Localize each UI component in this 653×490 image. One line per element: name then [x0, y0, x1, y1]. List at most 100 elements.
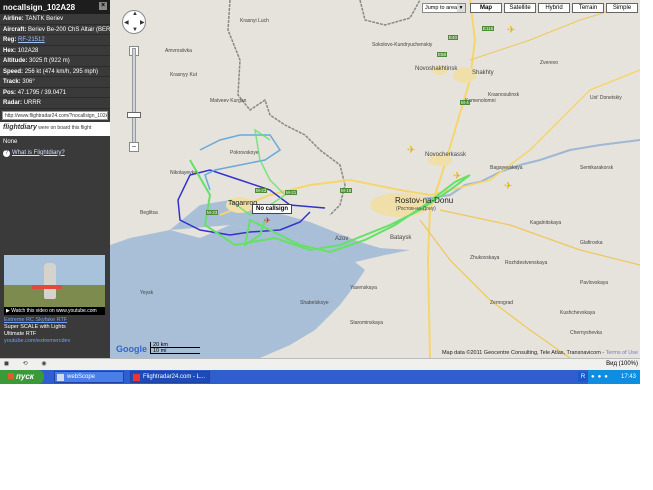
road-shield: M-21: [285, 190, 298, 195]
video-person: [44, 263, 56, 299]
callsign-tag[interactable]: No callsign: [252, 204, 293, 214]
place-label: Krasnyy Kut: [170, 72, 197, 78]
city-label-azov: Azov: [335, 236, 349, 242]
video-caption-text: Watch this video on www.youtube.com: [11, 308, 97, 314]
what-is-flightdiary-label: What is Flightdiary?: [12, 149, 65, 156]
flight-info-panel: nocallsign_102A28 × Airline: TANTK Berie…: [0, 0, 110, 358]
flight-detail-value: 47.1795 / 39.0471: [17, 89, 67, 96]
place-label: Starominskaya: [350, 320, 384, 326]
google-logo[interactable]: Google: [116, 344, 147, 354]
copyright-text: Map data ©2011 Geocentre Consulting, Tel…: [441, 350, 605, 356]
place-label: Pavlovskaya: [580, 280, 609, 286]
place-label: Matveev Kurgan: [210, 98, 247, 104]
jump-to-area-select[interactable]: Jump to area ▼: [422, 3, 466, 13]
map-type-simple-button[interactable]: Simple: [606, 3, 638, 13]
zoom-level[interactable]: Вид (100%): [606, 359, 638, 370]
road-shield: E40: [448, 35, 459, 40]
road-shield: M-23: [206, 210, 219, 215]
flight-detail-value: TANTK Beriev: [25, 16, 64, 22]
map-canvas[interactable]: Rostov-na-Donu (Ростов-на-Дону) Taganrog…: [110, 0, 640, 358]
what-is-flightdiary-link[interactable]: ? What is Flightdiary?: [0, 148, 110, 159]
flight-detail-value: Beriev Be-200 ChS Altair (BER2): [28, 26, 110, 33]
flight-detail-value: 256 kt (474 km/h, 295 mph): [24, 68, 99, 75]
city-label-novoshakhtinsk: Novoshakhtinsk: [415, 66, 458, 72]
pan-down-icon[interactable]: ▼: [132, 27, 138, 33]
flight-detail-key: Aircraft:: [3, 26, 27, 33]
ad-text: Extreme RC Skyfake RTF Super SCALE with …: [4, 317, 105, 345]
flight-detail-key: Altitude:: [3, 58, 28, 64]
ad-url[interactable]: youtube.com/extremercdev: [4, 338, 105, 345]
highway-m4: [426, 0, 477, 358]
flight-detail-value: 3025 ft (922 m): [29, 58, 70, 64]
road-north-east: [469, 4, 631, 61]
place-label: Semikarakorsk: [580, 165, 614, 171]
browser-status-bar: ◼ ⟲ ◉ Вид (100%): [0, 358, 640, 370]
selected-aircraft-icon[interactable]: ✈: [264, 217, 272, 225]
northern-border: [359, 0, 421, 26]
windows-flag-icon: [8, 373, 14, 379]
flight-title: nocallsign_102A28 ×: [0, 0, 110, 14]
video-caption[interactable]: ▶ Watch this video on www.youtube.com: [4, 307, 105, 315]
flight-detail-row: Hex: 102A28: [0, 46, 110, 56]
tray-icons[interactable]: ●●●: [591, 370, 611, 384]
start-label: пуск: [16, 372, 34, 381]
road-shield: M-23: [255, 188, 268, 193]
pan-up-icon[interactable]: ▲: [132, 11, 138, 17]
other-aircraft-icon[interactable]: ✈: [407, 146, 417, 156]
flight-detail-value[interactable]: RF-21512: [18, 37, 45, 43]
zoom-slider[interactable]: [132, 48, 136, 144]
flight-detail-key: Speed:: [3, 68, 24, 75]
taskbar-item-flightradar[interactable]: Flightradar24.com - L...: [130, 371, 210, 383]
city-label-rostov-ru: (Ростов-на-Дону): [396, 206, 436, 212]
pan-left-icon[interactable]: ◀: [124, 19, 129, 26]
map-type-terrain-button[interactable]: Terrain: [572, 3, 604, 13]
video-rc-plane: [32, 285, 62, 289]
map-type-map-button[interactable]: Map: [470, 3, 502, 13]
place-label: Krasnyi Luch: [240, 18, 269, 24]
flight-detail-row: Speed: 256 kt (474 km/h, 295 mph): [0, 67, 110, 77]
close-icon[interactable]: ×: [99, 2, 107, 10]
place-label: Zhukovskaya: [470, 255, 500, 261]
windows-taskbar: пуск webScope Flightradar24.com - L... R…: [0, 370, 640, 384]
map-type-satellite-button[interactable]: Satellite: [504, 3, 536, 13]
other-aircraft-icon[interactable]: ✈: [507, 26, 517, 36]
other-aircraft-icon[interactable]: ✈: [453, 172, 463, 182]
taskbar-item-webscope[interactable]: webScope: [54, 371, 124, 383]
app-icon: [57, 374, 64, 381]
place-label: Bagayevskaya: [490, 165, 523, 171]
place-label: Nikolayevka: [170, 170, 197, 176]
place-label: Ust' Donetskiy: [590, 95, 622, 101]
pan-right-icon[interactable]: ▶: [140, 19, 145, 26]
flight-title-text: nocallsign_102A28: [3, 3, 76, 12]
flight-detail-row: Aircraft: Beriev Be-200 ChS Altair (BER2…: [0, 25, 110, 35]
other-aircraft-icon[interactable]: ✈: [504, 182, 514, 192]
pan-control[interactable]: ▲ ◀ ▶ ▼: [122, 10, 146, 34]
place-label: Glafirovka: [580, 240, 603, 246]
terms-link[interactable]: Terms of Use: [606, 350, 638, 356]
task-label: Flightradar24.com - L...: [143, 374, 206, 380]
browser-icon: [133, 374, 140, 381]
flight-detail-value: 102A28: [17, 47, 39, 54]
map-type-hybrid-button[interactable]: Hybrid: [538, 3, 570, 13]
flight-detail-row: Pos: 47.1795 / 39.0471: [0, 88, 110, 98]
place-label: Sokolovo-Kundryuchenskiy: [372, 42, 433, 48]
ad-title[interactable]: Extreme RC Skyfake RTF: [4, 317, 105, 324]
language-indicator[interactable]: R: [578, 372, 588, 382]
place-label: Zverevo: [540, 60, 559, 66]
status-icons[interactable]: ◼ ⟲ ◉: [4, 359, 53, 370]
flight-detail-key: Hex:: [3, 47, 17, 54]
flight-detail-row: Radar: URRR: [0, 98, 110, 109]
road-shield: E115: [482, 26, 495, 31]
flight-detail-key: Airline:: [3, 16, 24, 22]
flight-detail-row: Track: 306°: [0, 77, 110, 88]
scale-mi: 10 mi: [150, 348, 200, 354]
flightdiary-box[interactable]: flightdiary were on board this flight: [0, 121, 110, 136]
start-button[interactable]: пуск: [0, 370, 44, 384]
flight-detail-key: Pos:: [3, 89, 17, 96]
zoom-out-button[interactable]: −: [129, 142, 139, 152]
flight-url-field[interactable]: http://www.flightradar24.com/?nocallsign…: [2, 110, 108, 120]
map-copyright: Map data ©2011 Geocentre Consulting, Tel…: [442, 350, 638, 356]
clock[interactable]: 17:43: [621, 374, 636, 380]
video-thumbnail[interactable]: ▶ Watch this video on www.youtube.com: [4, 255, 105, 315]
zoom-slider-handle[interactable]: [127, 112, 141, 118]
